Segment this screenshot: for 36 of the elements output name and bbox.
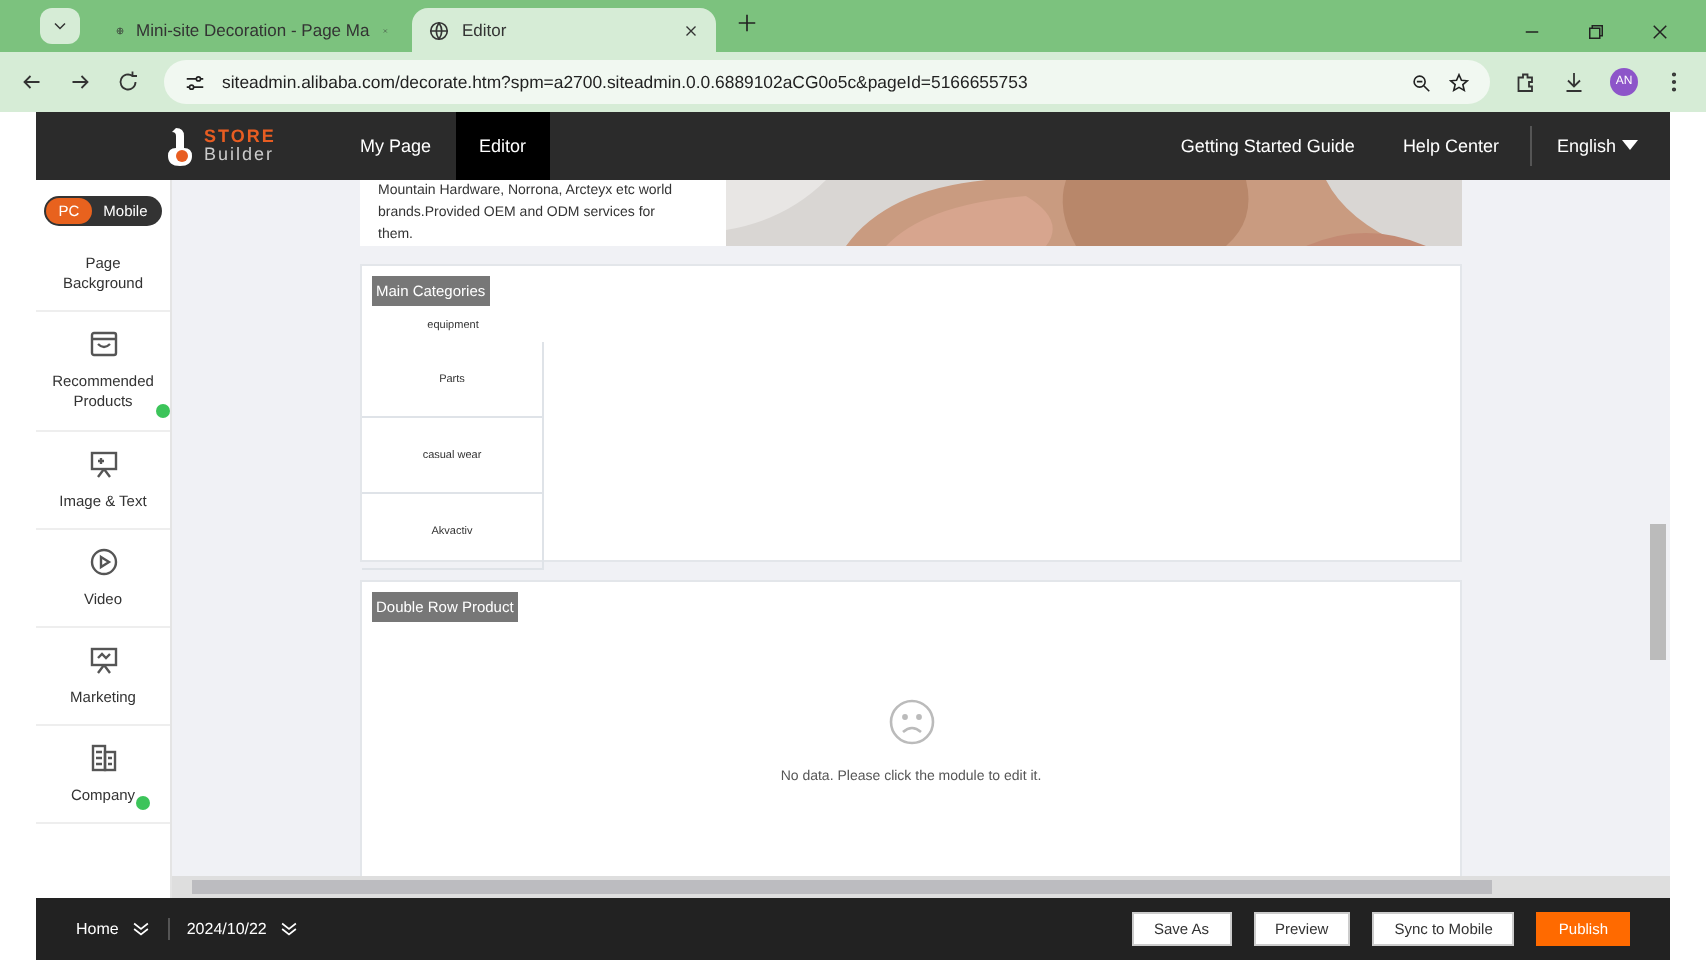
board-icon <box>87 643 119 676</box>
horizontal-scrollbar[interactable] <box>172 876 1670 898</box>
address-bar[interactable]: siteadmin.alibaba.com/decorate.htm?spm=a2700.siteadmin.0.0.6889102aCG0o5c&pageId=5166655753 <box>164 60 1490 104</box>
basket-icon <box>87 328 119 361</box>
extensions-icon <box>1514 70 1538 94</box>
sad-face-icon <box>887 698 935 746</box>
nav-tab[interactable]: My Page <box>336 112 456 180</box>
plus-icon <box>736 12 758 34</box>
star-icon <box>1448 71 1470 93</box>
page-selector[interactable]: Home <box>76 918 169 940</box>
restore-icon <box>1586 22 1606 42</box>
tab-search-button[interactable] <box>40 8 80 44</box>
header-link[interactable]: Help Center <box>1378 136 1523 156</box>
presentation-icon <box>87 447 119 479</box>
close-icon <box>1650 22 1670 42</box>
date-selector[interactable]: 2024/10/22 <box>168 918 317 940</box>
nav-tab[interactable]: Editor <box>455 112 551 180</box>
reload-icon <box>116 70 140 94</box>
browser-tab[interactable]: Mini-site Decoration - Page Ma <box>100 8 404 52</box>
back-icon <box>20 70 44 94</box>
play-icon <box>87 545 119 578</box>
caret-icon <box>1622 140 1638 152</box>
building-icon <box>87 741 119 774</box>
download-icon <box>1562 70 1586 94</box>
site-settings-icon <box>184 71 206 93</box>
header-link[interactable]: Getting Started Guide <box>1156 136 1379 156</box>
globe-icon <box>428 19 450 41</box>
forward-icon <box>68 70 92 94</box>
double-chevron-icon <box>278 918 301 940</box>
browser-tab[interactable]: Editor <box>412 8 716 52</box>
double-chevron-icon <box>130 918 153 940</box>
logo-text: Builder <box>204 146 276 164</box>
logo-text: STORE <box>204 128 276 146</box>
close-icon <box>682 21 700 39</box>
zoom-icon <box>1410 71 1432 93</box>
language-menu[interactable]: English <box>1540 136 1670 156</box>
